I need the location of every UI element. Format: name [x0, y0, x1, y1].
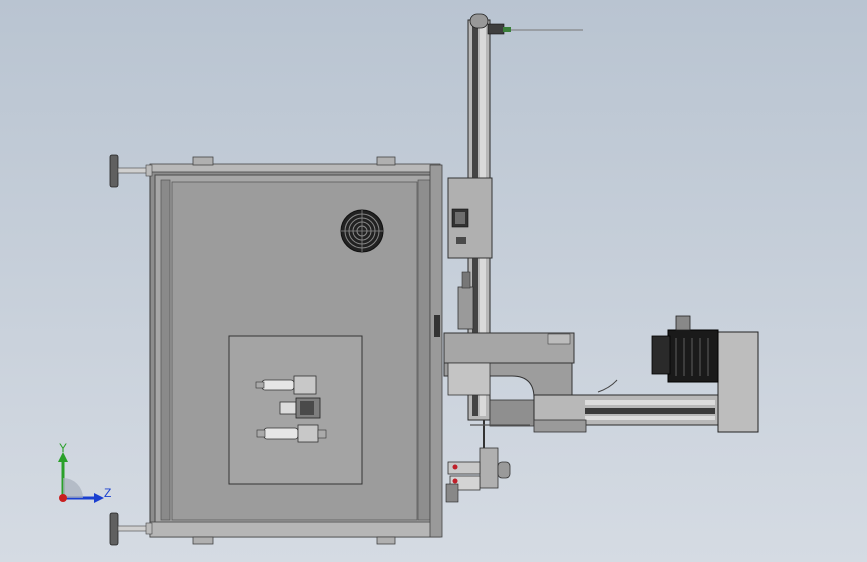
orientation-triad	[58, 452, 104, 503]
triad-z-label: Z	[104, 486, 112, 500]
axis-top-sensor	[487, 23, 583, 35]
leveling-foot-top	[109, 154, 153, 188]
triad-y-label: Y	[59, 441, 68, 455]
horizontal-linear-axis	[533, 394, 721, 433]
cad-viewport[interactable]	[0, 0, 867, 562]
axis-carriage	[447, 177, 493, 259]
gripper-assembly	[445, 420, 530, 503]
leveling-foot-bottom	[109, 512, 153, 546]
fan-grille	[340, 209, 384, 253]
